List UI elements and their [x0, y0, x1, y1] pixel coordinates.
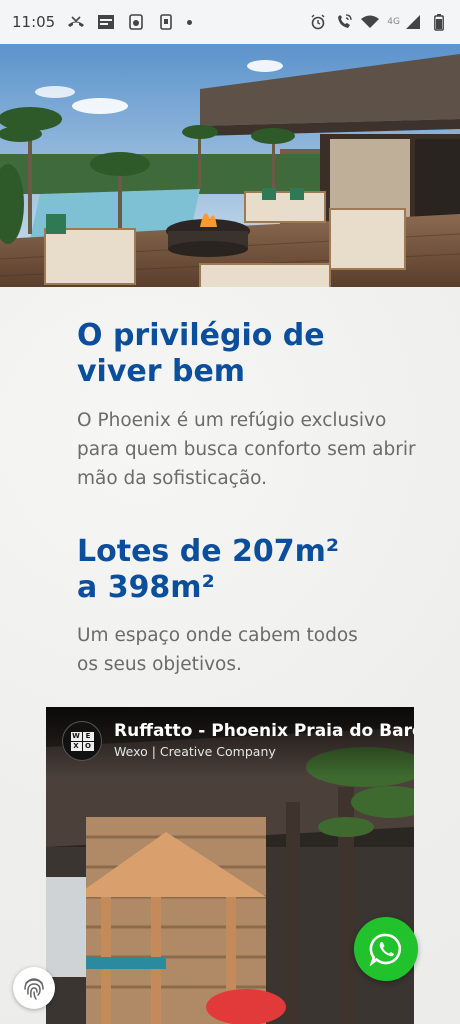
whatsapp-button[interactable] [354, 917, 418, 981]
dashboard-icon [127, 13, 145, 31]
whatsapp-icon [369, 933, 402, 966]
status-time: 11:05 [12, 13, 56, 31]
resort-pool-deck-icon [0, 44, 460, 287]
video-meta: Ruffatto - Phoenix Praia do Barco Wexo |… [114, 721, 414, 759]
phone-icon [157, 13, 175, 31]
logo-letter: E [82, 731, 94, 741]
logo-letter: O [82, 741, 94, 751]
section-text-privilege: O Phoenix é um refúgio exclusivo para qu… [77, 410, 416, 489]
video-header: W E X O Ruffatto - Phoenix Praia do Barc… [46, 707, 414, 777]
status-left: 11:05 [12, 13, 193, 31]
wifi-call-icon [335, 13, 353, 31]
missed-call-icon [67, 13, 85, 31]
channel-logo[interactable]: W E X O [62, 721, 102, 761]
hero-image [0, 44, 460, 287]
alarm-icon [309, 13, 327, 31]
logo-letter: W [70, 731, 82, 741]
news-icon [97, 13, 115, 31]
network-label: 4G [387, 17, 400, 27]
wifi-icon [361, 13, 380, 31]
fingerprint-button[interactable] [13, 967, 55, 1009]
fingerprint-icon [24, 978, 44, 1000]
notification-dot-icon [187, 19, 193, 25]
logo-letter: X [70, 741, 82, 751]
youtube-video-player[interactable]: W E X O Ruffatto - Phoenix Praia do Barc… [46, 707, 414, 1024]
status-bar: 11:05 4G [0, 0, 460, 44]
signal-icon [404, 13, 422, 31]
video-title[interactable]: Ruffatto - Phoenix Praia do Barco [114, 721, 414, 741]
video-channel[interactable]: Wexo | Creative Company [114, 744, 414, 759]
section-heading-privilege: O privilégio de viver bem [77, 318, 325, 389]
battery-icon [430, 13, 448, 31]
section-heading-lots: Lotes de 207m² a 398m² [77, 534, 340, 605]
status-right: 4G [309, 13, 448, 31]
section-text-lots: Um espaço onde cabem todos os seus objet… [77, 625, 358, 675]
